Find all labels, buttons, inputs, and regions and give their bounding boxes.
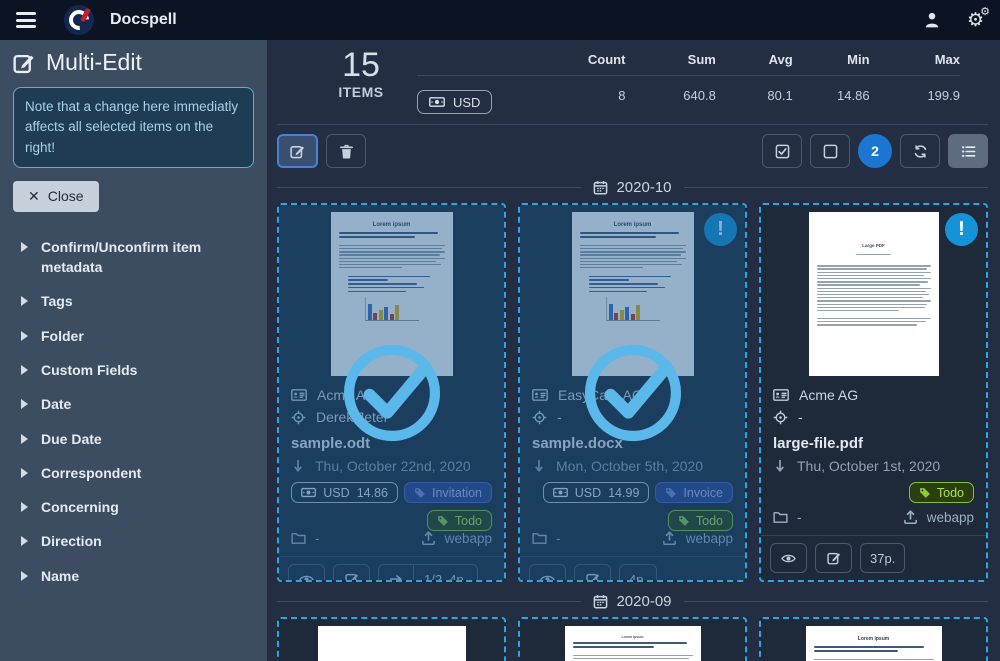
stats-val-sum: 640.8 [625,76,715,114]
user-icon[interactable] [923,11,941,29]
stats-table: Count Sum Avg Min Max USD 8 640.8 80.1 1… [417,48,988,114]
correspondent-row: Acme AG [773,387,974,403]
accordion-item-correspondent[interactable]: Correspondent [13,456,254,490]
stats-col-avg: Avg [716,48,793,76]
item-count: 15 [315,48,407,84]
month-group-header: 2020-09 [277,593,988,610]
item-card-sample-docx[interactable]: ! Lorem ipsum [518,203,747,582]
multi-edit-note: Note that a change here immediatly affec… [13,87,254,168]
stats-col-max: Max [870,48,960,76]
accordion-item-name[interactable]: Name [13,559,254,593]
selected-overlay [520,205,745,580]
preview-eye-button[interactable] [770,543,807,573]
caret-right-icon [21,468,28,478]
item-card-large-file-pdf[interactable]: ! Large PDF [759,203,988,582]
item-card-sample-odt[interactable]: Lorem ipsum [277,203,506,582]
stats-val-avg: 80.1 [716,76,793,114]
app-title: Docspell [110,11,177,29]
caret-right-icon [21,242,28,252]
accordion-item-date[interactable]: Date [13,387,254,421]
refresh-button[interactable] [900,134,940,168]
caret-right-icon [21,296,28,306]
item-card[interactable]: Lorem ipsum [518,617,747,661]
month-label: 2020-10 [616,179,671,196]
caret-right-icon [21,571,28,581]
month-group-header: 2020-10 [277,179,988,196]
delete-button[interactable] [326,134,366,168]
item-card[interactable]: Lorem ipsum [759,617,988,661]
accordion-item-direction[interactable]: Direction [13,524,254,558]
stats-col-count: Count [535,48,625,76]
caret-right-icon [21,434,28,444]
accordion-item-custom-fields[interactable]: Custom Fields [13,353,254,387]
edit-mode-button[interactable] [277,134,318,168]
selected-count-badge: 2 [858,134,892,168]
select-none-button[interactable] [810,134,850,168]
upload-icon [903,510,918,525]
tag-badge[interactable]: Todo [909,482,974,503]
cogs-icon[interactable]: ⚙⚙ [967,11,984,30]
calendar-icon [593,594,608,609]
calendar-icon [593,180,608,195]
caret-right-icon [21,502,28,512]
new-item-badge: ! [945,213,978,246]
document-preview: Lorem ipsum [761,619,986,661]
concerning-row: - [773,409,974,425]
card-grid: Keywords in PDF Lorem ipsum [277,617,988,661]
menu-bars-icon[interactable] [16,12,36,28]
card-grid: Lorem ipsum [277,203,988,582]
accordion-item-concerning[interactable]: Concerning [13,490,254,524]
money-icon [429,94,445,110]
currency-badge: USD [417,90,492,114]
id-card-icon [773,387,789,403]
crosshair-icon [773,410,788,425]
stats-val-count: 8 [535,76,625,114]
edit-item-button[interactable] [815,543,852,573]
list-view-button[interactable] [948,134,988,168]
sidebar-title: Multi-Edit [46,49,142,76]
stats-col-min: Min [793,48,870,76]
docspell-logo[interactable] [64,5,94,35]
folder-icon [773,510,788,525]
folder-value: - [797,510,802,525]
tag-icon [919,487,931,499]
caret-right-icon [21,399,28,409]
item-name[interactable]: large-file.pdf [773,435,974,452]
edit-icon [13,52,35,74]
stats-val-max: 199.9 [870,76,960,114]
caret-right-icon [21,331,28,341]
arrow-down-icon [773,459,787,473]
source-value: webapp [927,510,974,525]
pages-label[interactable]: 37p. [860,543,905,573]
caret-right-icon [21,536,28,546]
stats-val-min: 14.86 [793,76,870,114]
check-circle-icon [336,337,448,449]
item-card[interactable]: Keywords in PDF [277,617,506,661]
stats-col-sum: Sum [625,48,715,76]
close-icon: ✕ [28,188,40,205]
top-navbar: Docspell ⚙⚙ [0,0,1000,40]
search-stats-header: 15 ITEMS Count Sum Avg Min Max USD 8 640… [277,48,988,125]
item-count-label: ITEMS [315,84,407,100]
selected-overlay [279,205,504,580]
accordion-item-confirm[interactable]: Confirm/Unconfirm item metadata [13,230,254,285]
accordion-list: Confirm/Unconfirm item metadata Tags Fol… [13,230,254,593]
accordion-item-tags[interactable]: Tags [13,284,254,318]
item-list-area: 15 ITEMS Count Sum Avg Min Max USD 8 640… [267,40,1000,661]
caret-right-icon [21,365,28,375]
accordion-item-due-date[interactable]: Due Date [13,422,254,456]
select-all-button[interactable] [762,134,802,168]
toolbar: 2 [277,134,988,168]
document-preview: Keywords in PDF [279,619,504,661]
month-label: 2020-09 [616,593,671,610]
document-preview: Lorem ipsum [520,619,745,661]
multi-edit-sidebar: Multi-Edit Note that a change here immed… [0,40,267,661]
item-date-row: Thu, October 1st, 2020 [773,458,974,474]
accordion-item-folder[interactable]: Folder [13,319,254,353]
check-circle-icon [577,337,689,449]
close-button[interactable]: ✕ Close [13,181,99,212]
